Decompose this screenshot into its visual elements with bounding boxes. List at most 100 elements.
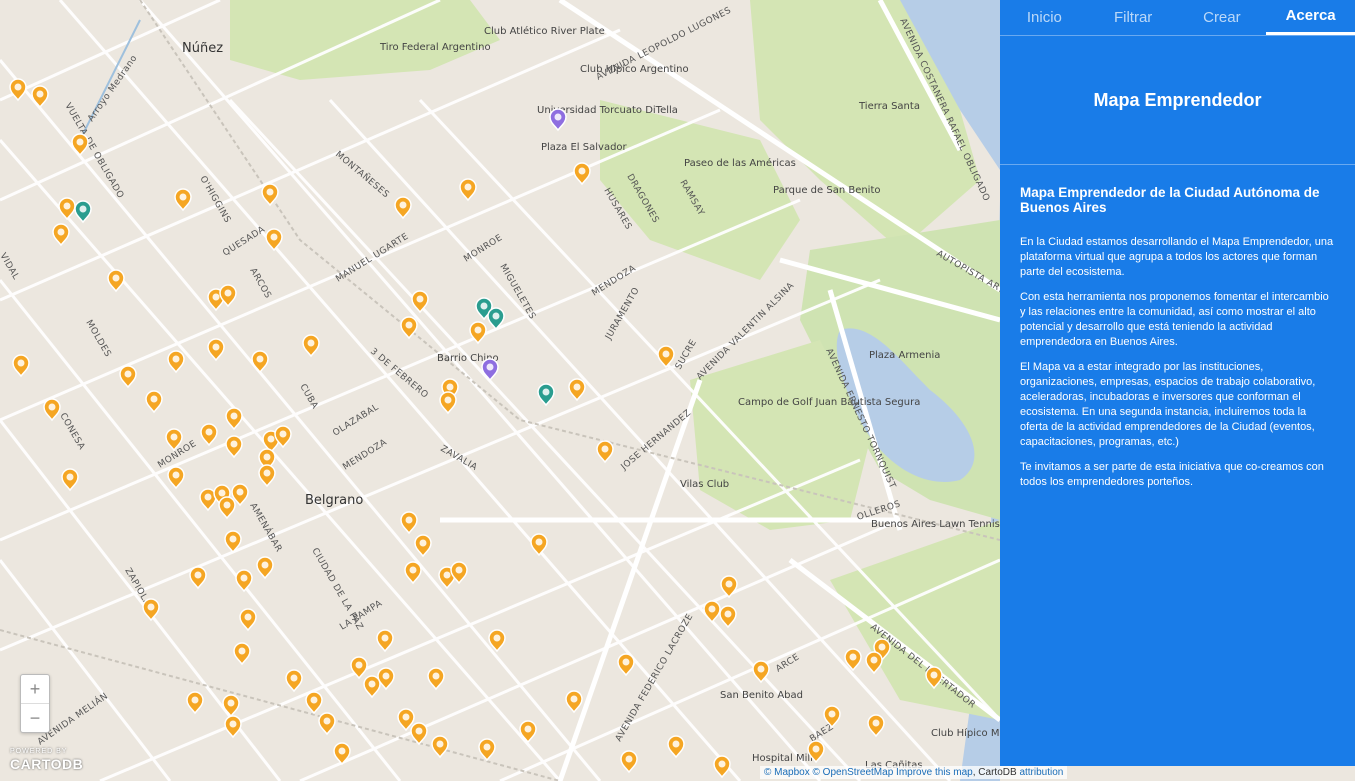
marker-pin[interactable] <box>305 691 323 715</box>
marker-pin[interactable] <box>258 464 276 488</box>
attribution-improve-link[interactable]: Improve this map <box>896 767 973 778</box>
marker-pin[interactable] <box>318 712 336 736</box>
marker-pin[interactable] <box>439 391 457 415</box>
panel-paragraph-1: En la Ciudad estamos desarrollando el Ma… <box>1020 236 1334 278</box>
marker-pin[interactable] <box>823 705 841 729</box>
marker-pin-purple[interactable] <box>481 358 499 382</box>
marker-pin[interactable] <box>302 334 320 358</box>
marker-pin[interactable] <box>414 534 432 558</box>
zoom-out-button[interactable]: − <box>21 704 49 732</box>
marker-pin[interactable] <box>224 715 242 739</box>
marker-pin[interactable] <box>12 354 30 378</box>
tab-filtrar[interactable]: Filtrar <box>1089 0 1178 35</box>
marker-pin[interactable] <box>235 569 253 593</box>
marker-pin-teal[interactable] <box>74 200 92 224</box>
marker-pin[interactable] <box>720 575 738 599</box>
marker-pin[interactable] <box>233 642 251 666</box>
marker-pin[interactable] <box>9 78 27 102</box>
marker-pin[interactable] <box>469 321 487 345</box>
marker-pin[interactable] <box>431 735 449 759</box>
attribution-cartodb-text: , CartoDB <box>972 767 1017 778</box>
marker-pin[interactable] <box>61 468 79 492</box>
marker-pin[interactable] <box>573 162 591 186</box>
tab-crear[interactable]: Crear <box>1178 0 1267 35</box>
marker-pin[interactable] <box>261 183 279 207</box>
marker-pin[interactable] <box>488 629 506 653</box>
marker-pin[interactable] <box>71 133 89 157</box>
marker-pin[interactable] <box>58 197 76 221</box>
marker-pin[interactable] <box>427 667 445 691</box>
marker-pin[interactable] <box>142 598 160 622</box>
marker-pin[interactable] <box>222 694 240 718</box>
attribution-link[interactable]: attribution <box>1019 767 1063 778</box>
marker-pin[interactable] <box>925 666 943 690</box>
marker-pin[interactable] <box>165 428 183 452</box>
marker-pin-purple[interactable] <box>549 108 567 132</box>
attribution-mapbox-link[interactable]: © Mapbox <box>764 767 810 778</box>
marker-pin[interactable] <box>207 338 225 362</box>
marker-pin[interactable] <box>865 651 883 675</box>
marker-pin-teal[interactable] <box>537 383 555 407</box>
marker-pin[interactable] <box>568 378 586 402</box>
marker-pin[interactable] <box>285 669 303 693</box>
marker-pin[interactable] <box>225 407 243 431</box>
marker-pin[interactable] <box>218 496 236 520</box>
marker-pin[interactable] <box>459 178 477 202</box>
marker-pin[interactable] <box>807 740 825 764</box>
marker-pin[interactable] <box>620 750 638 774</box>
marker-pin[interactable] <box>167 466 185 490</box>
marker-pin[interactable] <box>200 423 218 447</box>
marker-pin[interactable] <box>333 742 351 766</box>
attribution-osm-link[interactable]: © OpenStreetMap <box>813 767 894 778</box>
marker-pin[interactable] <box>565 690 583 714</box>
marker-pin[interactable] <box>410 722 428 746</box>
marker-pin[interactable] <box>186 691 204 715</box>
marker-pin[interactable] <box>43 398 61 422</box>
tab-inicio[interactable]: Inicio <box>1000 0 1089 35</box>
marker-pin[interactable] <box>224 530 242 554</box>
marker-pin[interactable] <box>256 556 274 580</box>
marker-pin[interactable] <box>411 290 429 314</box>
marker-pin[interactable] <box>703 600 721 624</box>
marker-pin[interactable] <box>400 511 418 535</box>
marker-pin[interactable] <box>394 196 412 220</box>
marker-pin-teal[interactable] <box>487 307 505 331</box>
marker-pin[interactable] <box>400 316 418 340</box>
marker-pin[interactable] <box>350 656 368 680</box>
marker-pin[interactable] <box>376 629 394 653</box>
marker-pin[interactable] <box>478 738 496 762</box>
marker-pin[interactable] <box>251 350 269 374</box>
marker-pin[interactable] <box>752 660 770 684</box>
marker-pin[interactable] <box>167 350 185 374</box>
marker-pin[interactable] <box>404 561 422 585</box>
marker-pin[interactable] <box>596 440 614 464</box>
marker-pin[interactable] <box>265 228 283 252</box>
marker-pin[interactable] <box>713 755 731 779</box>
marker-pin[interactable] <box>239 608 257 632</box>
marker-pin[interactable] <box>867 714 885 738</box>
panel-tabs: Inicio Filtrar Crear Acerca <box>1000 0 1355 36</box>
marker-pin[interactable] <box>225 435 243 459</box>
cartodb-logo[interactable]: POWERED BY CARTODB <box>10 748 83 774</box>
marker-pin[interactable] <box>107 269 125 293</box>
marker-pin[interactable] <box>145 390 163 414</box>
panel-title: Mapa Emprendedor <box>1000 36 1355 165</box>
tab-acerca[interactable]: Acerca <box>1266 0 1355 35</box>
marker-pin[interactable] <box>119 365 137 389</box>
marker-pin[interactable] <box>52 223 70 247</box>
marker-pin[interactable] <box>719 605 737 629</box>
zoom-in-button[interactable]: + <box>21 675 49 704</box>
marker-pin[interactable] <box>189 566 207 590</box>
marker-pin[interactable] <box>844 648 862 672</box>
marker-pin[interactable] <box>617 653 635 677</box>
marker-pin[interactable] <box>657 345 675 369</box>
marker-pin[interactable] <box>363 675 381 699</box>
marker-pin[interactable] <box>667 735 685 759</box>
marker-pin[interactable] <box>519 720 537 744</box>
marker-pin[interactable] <box>31 85 49 109</box>
marker-pin[interactable] <box>174 188 192 212</box>
marker-pin[interactable] <box>530 533 548 557</box>
markers-layer <box>9 78 943 779</box>
logo-cartodb: CARTODB <box>10 756 84 772</box>
panel-paragraph-2: Con esta herramienta nos proponemos fome… <box>1020 291 1329 348</box>
